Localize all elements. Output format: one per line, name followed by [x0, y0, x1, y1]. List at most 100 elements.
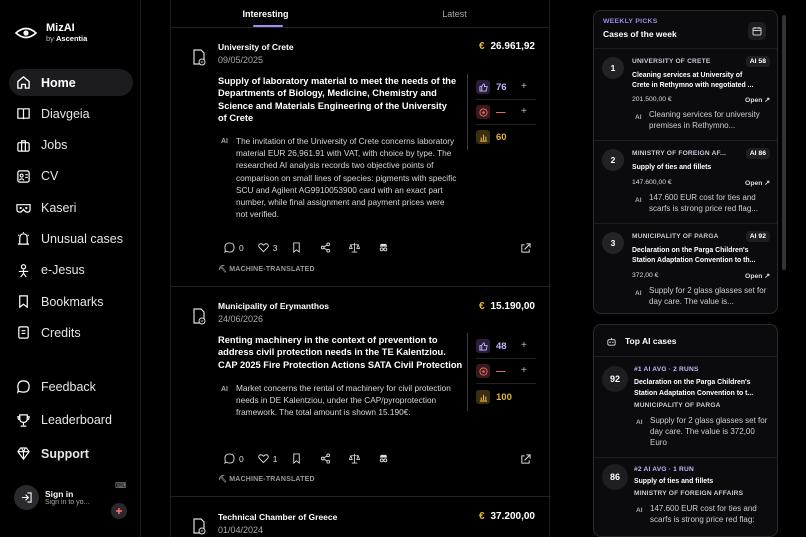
plus-button[interactable]: + — [521, 106, 527, 117]
nav-item-leaderboard[interactable]: Leaderboard — [9, 407, 133, 434]
comment-button[interactable]: 0 — [224, 242, 244, 253]
calendar-icon[interactable] — [748, 22, 766, 40]
pick-ai-score: AI 86 — [745, 148, 770, 159]
case-organization: MINISTRY OF FOREIGN AFFAIRS — [634, 490, 744, 497]
top-ai-item[interactable]: 92 #1 AI AVG · 2 RUNS Declaration on the… — [594, 356, 777, 457]
external-link-icon[interactable] — [520, 243, 531, 254]
bookmark-button[interactable] — [291, 242, 306, 253]
nav-item-cv[interactable]: CV — [9, 163, 133, 190]
comment-button[interactable]: 0 — [224, 453, 244, 464]
bookmark-button[interactable] — [291, 453, 306, 464]
document-icon — [193, 49, 206, 66]
decision-card[interactable]: University of Crete 09/05/2025 €26.961,9… — [171, 28, 551, 287]
pick-amount: 147.600,00 € — [632, 179, 672, 186]
nav-label: Unusual cases — [41, 231, 123, 246]
ai-badge: AI — [221, 138, 228, 145]
mask-icon — [16, 204, 31, 213]
share-button[interactable] — [320, 242, 335, 253]
bookmark-icon — [293, 242, 301, 253]
scrollbar[interactable] — [782, 15, 786, 270]
bar-chart-icon — [476, 130, 490, 144]
nav-item-kaseri[interactable]: Kaseri — [9, 194, 133, 221]
metric-risk: — — [476, 105, 506, 119]
card-amount: €37.200,00 — [478, 511, 535, 522]
brand-byline: by Ascentia — [46, 34, 88, 43]
anonymous-button[interactable] — [378, 242, 393, 253]
case-title: Declaration on the Parga Children's Stat… — [634, 379, 754, 398]
heart-icon — [257, 243, 269, 253]
weekly-pick-item[interactable]: 1 UNIVERSITY OF CRETE AI 58 Cleaning ser… — [594, 48, 777, 140]
pick-summary: Supply for 2 glass glasses set for day c… — [649, 286, 767, 306]
app-root: MizAI by Ascentia Home Diavgeia Jobs CV — [0, 0, 806, 537]
nav-item-jobs[interactable]: Jobs — [9, 132, 133, 159]
divider — [476, 358, 536, 359]
share-icon — [321, 453, 331, 464]
pick-amount: 201.500,00 € — [632, 96, 672, 103]
external-link-icon[interactable] — [520, 454, 531, 465]
nav-label: Diavgeia — [41, 106, 90, 121]
risk-icon — [476, 105, 490, 119]
home-icon — [17, 76, 30, 89]
nav-item-credits[interactable]: Credits — [9, 319, 133, 346]
nav-item-support[interactable]: Support — [9, 440, 133, 467]
sign-in-subtitle: Sign in to yo... — [45, 499, 90, 506]
metric-value: 48 — [496, 340, 507, 352]
nav-item-feedback[interactable]: Feedback — [9, 373, 133, 400]
nav-item-home[interactable]: Home — [9, 69, 133, 96]
nav-label: Kaseri — [41, 200, 77, 215]
alert-icon — [17, 232, 30, 246]
divider — [476, 383, 536, 384]
card-date: 24/06/2026 — [218, 314, 264, 324]
book-icon — [17, 108, 30, 120]
card-organization[interactable]: Technical Chamber of Greece — [218, 512, 337, 522]
pick-open-link[interactable]: Open ↗ — [745, 179, 770, 187]
uk-flag-icon[interactable]: ✚ — [111, 503, 127, 519]
nav-item-e-jesus[interactable]: e-Jesus — [9, 257, 133, 284]
robot-icon — [607, 337, 616, 346]
brand[interactable]: MizAI by Ascentia — [15, 22, 87, 43]
pick-open-link[interactable]: Open ↗ — [745, 96, 770, 104]
machine-translated-tag: ⛏ MACHINE-TRANSLATED — [218, 476, 315, 483]
tab-latest[interactable]: Latest — [360, 0, 549, 27]
secondary-nav: Feedback Leaderboard Support — [9, 373, 133, 474]
euro-icon: € — [478, 41, 485, 52]
pick-open-link[interactable]: Open ↗ — [745, 272, 770, 280]
weekly-picks-panel: WEEKLY PICKS Cases of the week 1 UNIVERS… — [593, 10, 778, 314]
sign-in-button[interactable]: Sign in Sign in to yo... — [14, 485, 89, 510]
nav-item-diavgeia[interactable]: Diavgeia — [9, 100, 133, 127]
plus-button[interactable]: + — [521, 81, 527, 92]
pick-title: Supply of ties and fillets — [632, 164, 712, 171]
share-button[interactable] — [320, 453, 335, 464]
like-button[interactable]: 3 — [257, 242, 278, 253]
nav-label: Leaderboard — [41, 413, 112, 427]
plus-button[interactable]: + — [521, 340, 527, 351]
weekly-pick-item[interactable]: 2 MINISTRY OF FOREIGN AF... AI 86 Supply… — [594, 140, 777, 223]
plus-button[interactable]: + — [521, 365, 527, 376]
like-count: 3 — [272, 242, 278, 253]
case-summary: 147.600 EUR cost for ties and scarfs is … — [650, 504, 757, 524]
card-summary: Market concerns the rental of machinery … — [236, 383, 451, 418]
weekly-pick-item[interactable]: 3 MUNICIPALITY OF PARGA AI 92 Declaratio… — [594, 223, 777, 313]
translate-icon: ⛏ — [218, 266, 230, 273]
card-organization[interactable]: University of Crete — [218, 42, 294, 52]
pick-ai-score: AI 92 — [745, 231, 770, 242]
nav-item-bookmarks[interactable]: Bookmarks — [9, 288, 133, 315]
card-date: 09/05/2025 — [218, 55, 264, 65]
decision-card[interactable]: Technical Chamber of Greece 01/04/2024 €… — [171, 497, 551, 537]
compare-button[interactable] — [349, 453, 364, 464]
nav-item-unusual-cases[interactable]: Unusual cases — [9, 225, 133, 252]
card-organization[interactable]: Municipality of Erymanthos — [218, 301, 329, 311]
top-ai-item[interactable]: 86 #2 AI AVG · 1 RUN Supply of ties and … — [594, 457, 777, 536]
anonymous-button[interactable] — [378, 453, 393, 464]
keyboard-icon[interactable]: ⌨ — [115, 481, 127, 490]
card-title[interactable]: Renting machinery in the context of prev… — [218, 334, 463, 371]
like-button[interactable]: 1 — [257, 453, 277, 464]
metric-value: 100 — [496, 391, 512, 403]
compare-button[interactable] — [349, 242, 364, 253]
card-title[interactable]: Supply of laboratory material to meet th… — [218, 75, 458, 125]
scale-icon — [349, 453, 361, 464]
brand-name: MizAI — [46, 22, 75, 34]
decision-card[interactable]: Municipality of Erymanthos 24/06/2026 €1… — [171, 287, 551, 497]
metric-value: 76 — [496, 81, 507, 93]
tab-interesting[interactable]: Interesting — [171, 0, 360, 27]
